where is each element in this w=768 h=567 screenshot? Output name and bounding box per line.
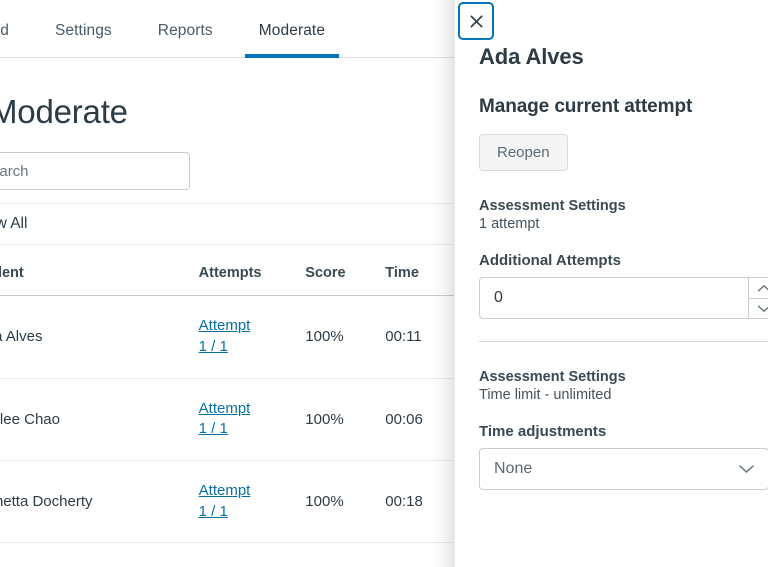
time-adjustments-select[interactable]: None (479, 448, 768, 490)
attempt-link[interactable]: Attempt 1 / 1 (199, 481, 251, 522)
attempts-section-value: 1 attempt (479, 216, 744, 232)
student-name: Donetta Docherty (0, 461, 199, 543)
manage-attempt-heading: Manage current attempt (479, 96, 744, 118)
attempt-link-line2: 1 / 1 (199, 338, 228, 355)
time-adjustments-value: None (480, 460, 532, 478)
attempt-link-line1: Attempt (199, 317, 251, 334)
time-adjustments-label: Time adjustments (479, 423, 744, 440)
tray-body: Ada Alves Manage current attempt Reopen … (455, 0, 768, 490)
tab-build-label: Build (0, 22, 9, 39)
table-row[interactable]: Donetta Docherty Attempt 1 / 1 100% 00:1… (0, 461, 532, 543)
attempt-cell: Attempt 1 / 1 (199, 461, 306, 543)
attempt-cell: Attempt (199, 543, 306, 567)
student-name (0, 543, 199, 567)
table-header-row: Student Attempts Score Time Log (0, 245, 532, 296)
stepper-buttons (748, 278, 768, 318)
tab-moderate[interactable]: Moderate (245, 22, 339, 57)
chevron-down-icon (738, 464, 755, 475)
page-title: Moderate (0, 58, 532, 130)
additional-attempts-label: Additional Attempts (479, 252, 744, 269)
student-name: Carlee Chao (0, 378, 199, 460)
tray-divider (479, 341, 768, 342)
moderate-page: Build Settings Reports Moderate Moderate… (0, 0, 532, 567)
additional-attempts-stepper[interactable] (479, 277, 768, 319)
search-input[interactable] (0, 152, 190, 190)
reopen-button[interactable]: Reopen (479, 134, 568, 171)
close-icon (470, 15, 483, 28)
attempt-link-line2: 1 / 1 (199, 503, 228, 520)
attempt-link-line2: 1 / 1 (199, 420, 228, 437)
tab-moderate-label: Moderate (259, 22, 325, 39)
search-row (0, 130, 532, 190)
tab-build[interactable]: Build (0, 22, 23, 57)
column-header-student: Student (0, 245, 199, 296)
tab-settings-label: Settings (55, 22, 112, 39)
stepper-decrement-button[interactable] (749, 299, 768, 319)
attempt-cell: Attempt 1 / 1 (199, 378, 306, 460)
attempt-link-line1: Attempt (199, 400, 251, 417)
score-value: 100% (305, 378, 385, 460)
additional-attempts-input[interactable] (480, 278, 748, 318)
show-all-link[interactable]: Show All (0, 215, 27, 232)
attempt-link[interactable]: Attempt 1 / 1 (199, 399, 251, 440)
stepper-increment-button[interactable] (749, 278, 768, 299)
score-value (305, 543, 385, 567)
score-value: 100% (305, 296, 385, 378)
attempt-link-line1: Attempt (199, 482, 251, 499)
tab-bar: Build Settings Reports Moderate (0, 0, 532, 58)
moderate-table: Student Attempts Score Time Log Ada Alve… (0, 245, 532, 567)
screen: Build Settings Reports Moderate Moderate… (0, 0, 768, 567)
score-value: 100% (305, 461, 385, 543)
moderate-student-tray: Ada Alves Manage current attempt Reopen … (454, 0, 768, 567)
tab-reports[interactable]: Reports (144, 22, 227, 57)
tab-settings[interactable]: Settings (41, 22, 126, 57)
attempts-section-label: Assessment Settings (479, 198, 744, 214)
table-row[interactable]: Attempt View (0, 543, 532, 567)
table-row[interactable]: Carlee Chao Attempt 1 / 1 100% 00:06 Vie… (0, 378, 532, 460)
chevron-down-icon (757, 304, 768, 313)
column-header-score: Score (305, 245, 385, 296)
time-section-value: Time limit - unlimited (479, 387, 744, 403)
close-icon-button[interactable] (458, 2, 494, 40)
tray-student-name: Ada Alves (479, 44, 744, 70)
show-all-row: Show All (0, 204, 532, 245)
column-header-attempts: Attempts (199, 245, 306, 296)
student-name: Ada Alves (0, 296, 199, 378)
chevron-up-icon (757, 284, 768, 293)
attempt-cell: Attempt 1 / 1 (199, 296, 306, 378)
attempt-link[interactable]: Attempt 1 / 1 (199, 316, 251, 357)
time-section-label: Assessment Settings (479, 369, 744, 385)
table-row[interactable]: Ada Alves Attempt 1 / 1 100% 00:11 View … (0, 296, 532, 378)
tab-reports-label: Reports (158, 22, 213, 39)
